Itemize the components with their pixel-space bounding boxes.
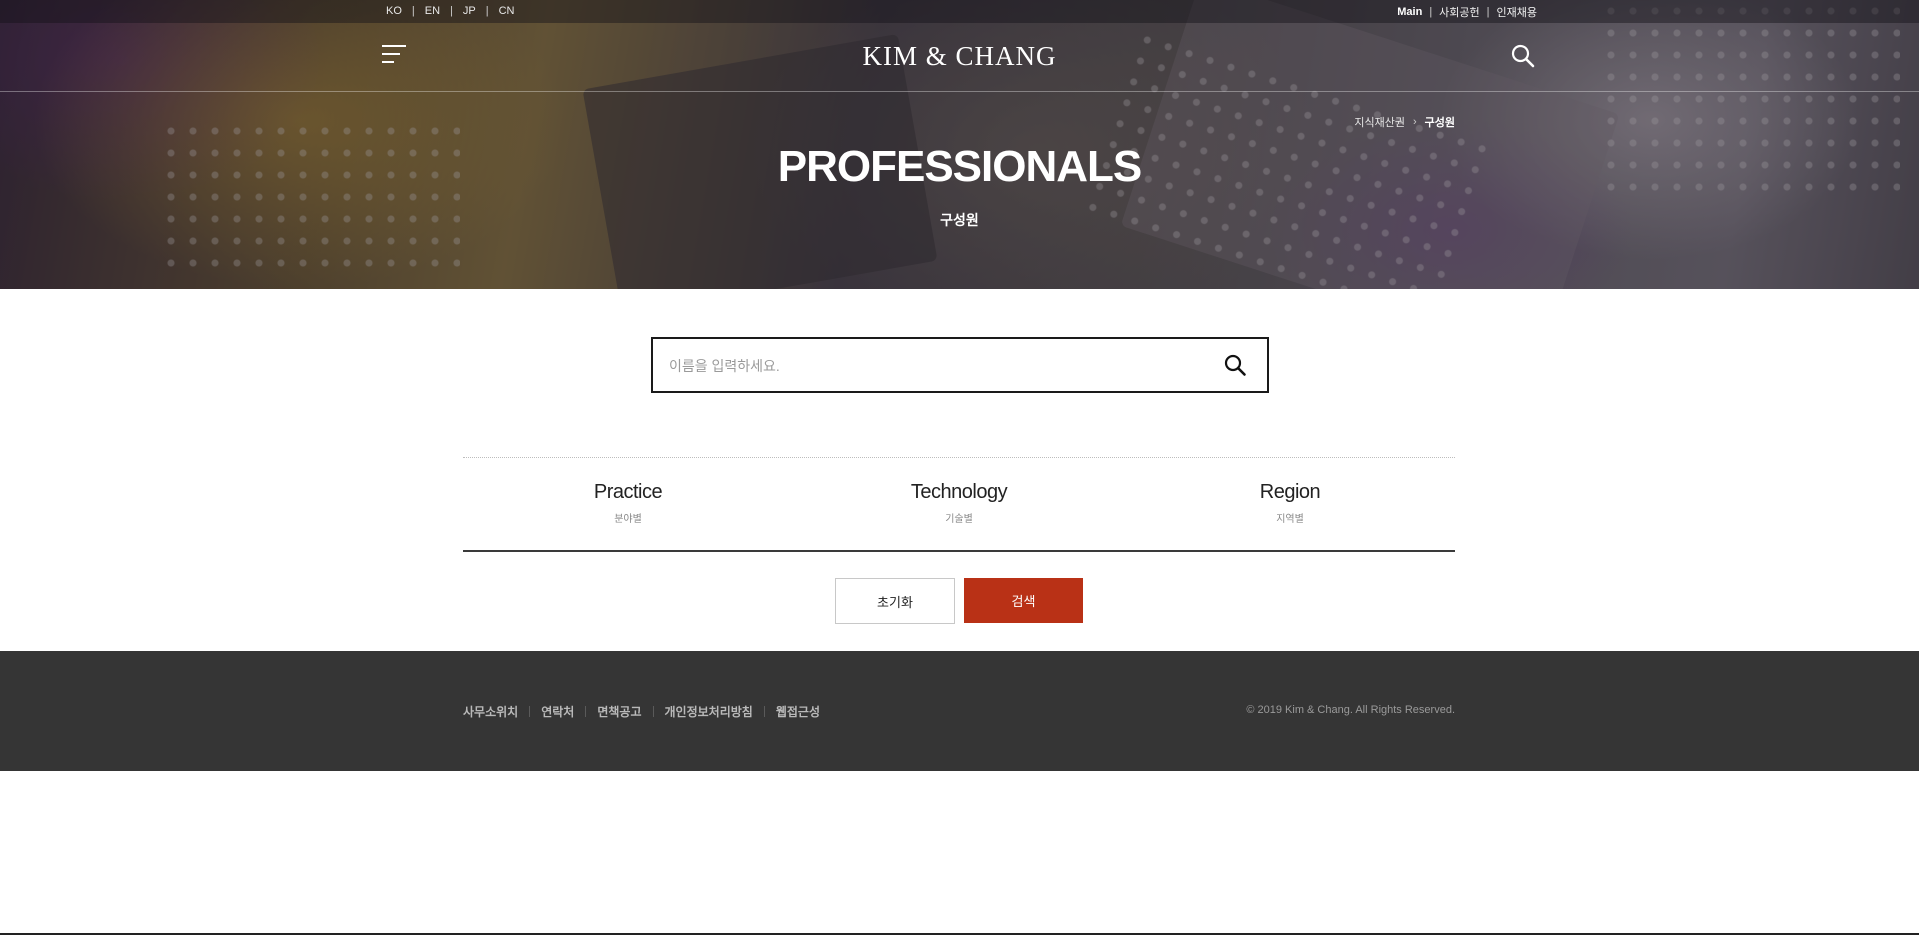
logo[interactable]: KIM & CHANG (0, 41, 1919, 72)
tab-region[interactable]: Region 지역별 (1125, 481, 1455, 525)
tab-sublabel: 분야별 (614, 514, 642, 525)
footer-separator (585, 706, 587, 717)
tab-label: Technology (910, 481, 1008, 503)
search-submit-icon[interactable] (1223, 353, 1247, 377)
footer: 사무소위치 연락처 면책공고 개인정보처리방침 웹접근성 © 2019 Kim … (0, 651, 1919, 771)
top-link-separator: | (1486, 6, 1490, 18)
lang-separator: | (450, 5, 453, 17)
footer-link-accessibility[interactable]: 웹접근성 (776, 703, 820, 720)
top-link-separator: | (1429, 6, 1433, 18)
breadcrumb: 지식재산권 › 구성원 (1354, 114, 1455, 130)
search-icon[interactable] (1510, 43, 1536, 69)
reset-button[interactable]: 초기화 (835, 578, 955, 624)
page-subtitle: 구성원 (940, 212, 979, 228)
copyright: © 2019 Kim & Chang. All Rights Reserved. (1246, 704, 1455, 716)
search-button[interactable]: 검색 (964, 578, 1083, 623)
top-utility-bar: KO | EN | JP | CN Main | 사회공헌 | 인재채용 (0, 0, 1919, 23)
main-navbar: KIM & CHANG (0, 23, 1919, 92)
top-link-careers[interactable]: 인재채용 (1497, 4, 1537, 20)
language-switcher: KO | EN | JP | CN (383, 5, 518, 17)
search-input[interactable] (667, 339, 1191, 393)
footer-separator (652, 706, 654, 717)
tab-technology[interactable]: Technology 기술별 (794, 481, 1124, 525)
tab-label: Practice (593, 481, 663, 503)
tab-practice[interactable]: Practice 분야별 (463, 481, 793, 525)
breadcrumb-item[interactable]: 지식재산권 (1354, 114, 1405, 130)
lang-separator: | (411, 5, 415, 17)
filter-tabs: Practice 분야별 Technology 기술별 Region 지역별 (463, 457, 1455, 552)
chevron-right-icon: › (1412, 116, 1417, 128)
tab-sublabel: 지역별 (1276, 514, 1304, 525)
lang-jp[interactable]: JP (460, 5, 479, 17)
lang-separator: | (485, 5, 489, 17)
search-box (651, 337, 1269, 393)
tab-sublabel: 기술별 (945, 514, 973, 525)
page-title: PROFESSIONALS (777, 142, 1143, 191)
top-links: Main | 사회공헌 | 인재채용 (1397, 4, 1537, 20)
footer-separator (529, 706, 531, 717)
footer-link-location[interactable]: 사무소위치 (463, 703, 518, 720)
tab-label: Region (1259, 481, 1321, 503)
top-link-social[interactable]: 사회공헌 (1439, 4, 1479, 20)
hero-banner: KO | EN | JP | CN Main | 사회공헌 | 인재채용 KIM… (0, 0, 1919, 289)
breadcrumb-current: 구성원 (1424, 117, 1455, 129)
footer-link-privacy[interactable]: 개인정보처리방침 (665, 703, 753, 720)
footer-separator (763, 706, 765, 717)
lang-cn[interactable]: CN (496, 5, 518, 17)
top-link-main[interactable]: Main (1397, 6, 1422, 18)
footer-link-disclaimer[interactable]: 면책공고 (597, 703, 641, 720)
footer-links: 사무소위치 연락처 면책공고 개인정보처리방침 웹접근성 (463, 703, 820, 720)
footer-link-contact[interactable]: 연락처 (541, 703, 574, 720)
lang-ko[interactable]: KO (383, 5, 405, 17)
lang-en[interactable]: EN (422, 5, 443, 17)
